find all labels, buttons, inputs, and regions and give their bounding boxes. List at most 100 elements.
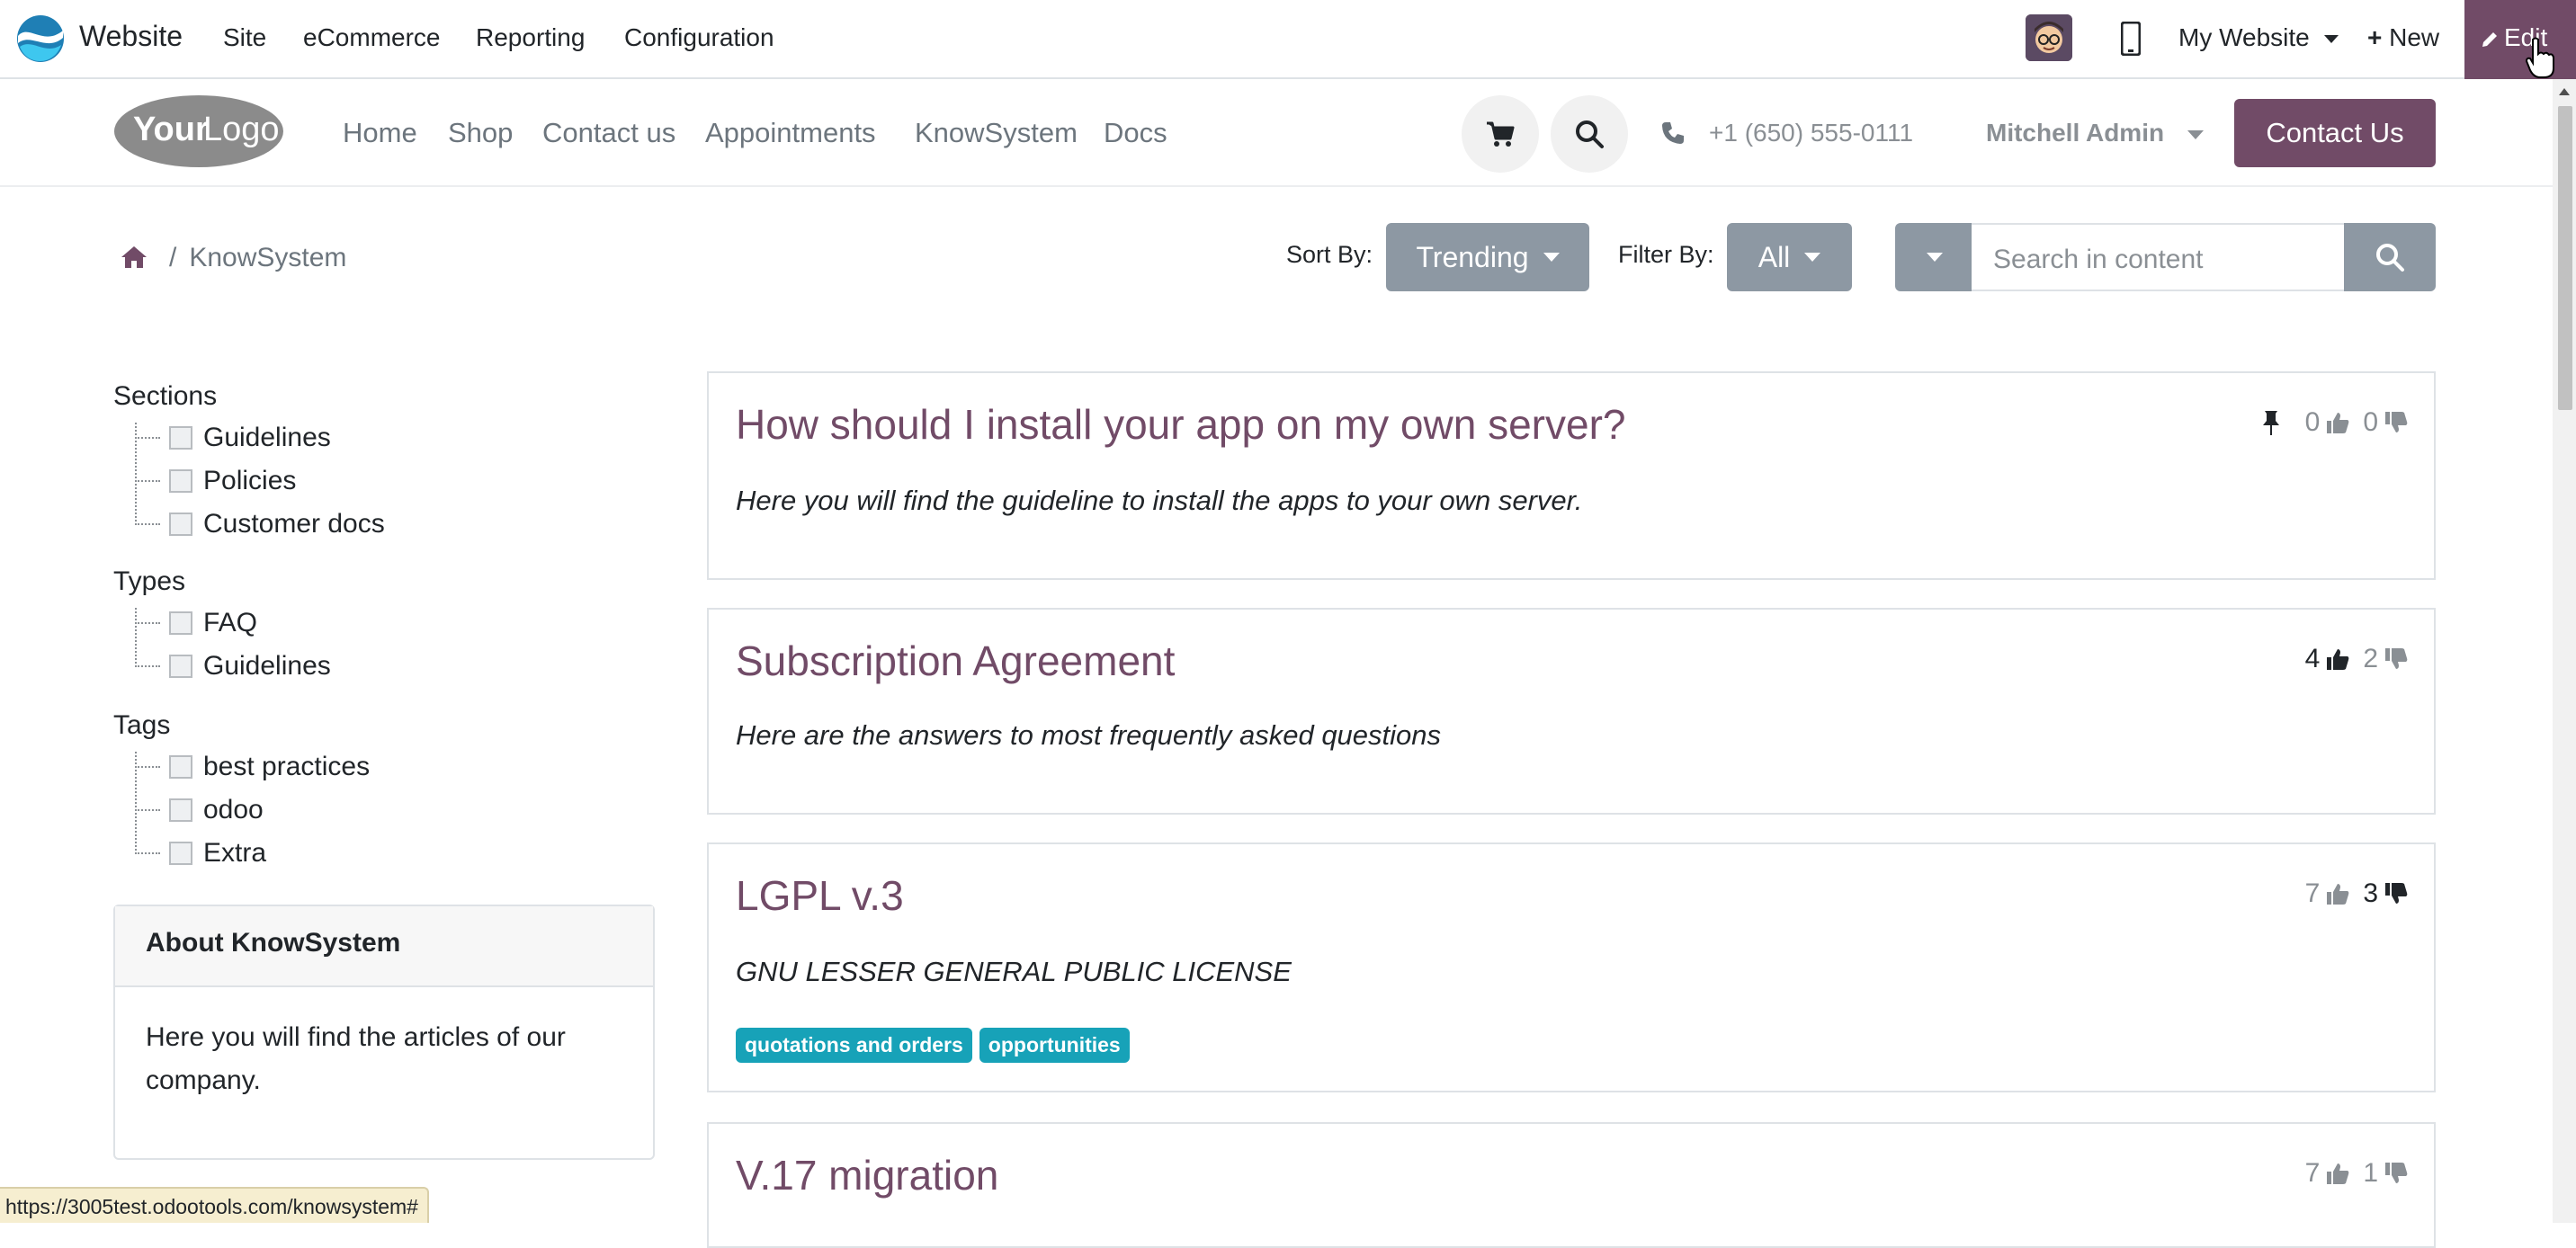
- nav-knowsystem[interactable]: KnowSystem: [915, 117, 1078, 149]
- thumbs-down-icon[interactable]: [2384, 1161, 2409, 1186]
- like-count: 7: [2304, 1158, 2321, 1188]
- checkbox[interactable]: [169, 426, 192, 450]
- search-input[interactable]: Search in content: [1972, 223, 2346, 291]
- menu-configuration[interactable]: Configuration: [624, 23, 774, 52]
- article-title[interactable]: V.17 migration: [736, 1151, 998, 1199]
- thumbs-down-icon[interactable]: [2384, 410, 2409, 435]
- website-app-icon[interactable]: [16, 14, 65, 63]
- menu-ecommerce[interactable]: eCommerce: [303, 23, 440, 52]
- dislike-count: 0: [2363, 407, 2378, 437]
- sections-title: Sections: [113, 381, 218, 411]
- tag-badge[interactable]: opportunities: [979, 1028, 1130, 1063]
- checkbox[interactable]: [169, 513, 192, 536]
- caret-down-icon: [2187, 129, 2204, 139]
- svg-text:Your: Your: [133, 111, 209, 148]
- user-avatar[interactable]: [2026, 14, 2072, 61]
- new-button[interactable]: + New: [2367, 23, 2439, 52]
- like-count: 0: [2304, 407, 2321, 437]
- home-icon[interactable]: [121, 245, 148, 269]
- nav-docs[interactable]: Docs: [1104, 117, 1167, 149]
- plus-icon: +: [2367, 23, 2383, 51]
- edit-button[interactable]: Edit: [2464, 0, 2576, 79]
- checkbox[interactable]: [169, 655, 192, 678]
- nav-home[interactable]: Home: [343, 117, 417, 149]
- header-search-button[interactable]: [1551, 95, 1628, 173]
- tag-badge[interactable]: quotations and orders: [736, 1028, 972, 1063]
- dislike-count: 3: [2363, 878, 2378, 908]
- search-icon: [1576, 120, 1604, 148]
- article-title[interactable]: LGPL v.3: [736, 871, 904, 920]
- nav-appointments[interactable]: Appointments: [705, 117, 876, 149]
- company-logo[interactable]: Your Logo: [113, 94, 284, 169]
- section-label: Customer docs: [203, 509, 385, 539]
- article-votes: 7 1: [2305, 1158, 2409, 1189]
- about-card: About KnowSystem Here you will find the …: [113, 905, 655, 1160]
- cart-button[interactable]: [1462, 95, 1539, 173]
- nav-shop[interactable]: Shop: [448, 117, 513, 149]
- thumbs-up-icon[interactable]: [2325, 881, 2350, 906]
- sort-value: Trending: [1416, 240, 1529, 273]
- article-card[interactable]: V.17 migration 7 1: [707, 1122, 2436, 1248]
- menu-site[interactable]: Site: [223, 23, 266, 52]
- breadcrumb-separator: /: [169, 243, 177, 272]
- caret-down-icon: [2323, 35, 2339, 44]
- dislike-count: 2: [2363, 644, 2378, 673]
- scrollbar-thumb[interactable]: [2558, 106, 2572, 410]
- search-icon: [2376, 244, 2404, 272]
- tree-connector: [135, 622, 160, 624]
- tag-label: odoo: [203, 795, 264, 825]
- checkbox[interactable]: [169, 842, 192, 865]
- caret-down-icon: [1926, 253, 1943, 262]
- thumbs-down-icon[interactable]: [2384, 646, 2409, 672]
- filter-dropdown[interactable]: All: [1727, 223, 1852, 291]
- mobile-preview-icon[interactable]: [2121, 22, 2141, 56]
- admin-navbar: Website Site eCommerce Reporting Configu…: [0, 0, 2576, 79]
- article-title[interactable]: Subscription Agreement: [736, 637, 1175, 685]
- contact-us-button[interactable]: Contact Us: [2234, 99, 2436, 167]
- tree-connector: [135, 852, 160, 854]
- article-description: Here you will find the guideline to inst…: [736, 485, 1583, 516]
- phone-number[interactable]: +1 (650) 555-0111: [1709, 119, 1913, 147]
- checkbox[interactable]: [169, 469, 192, 493]
- article-card[interactable]: How should I install your app on my own …: [707, 371, 2436, 580]
- article-title[interactable]: How should I install your app on my own …: [736, 400, 1625, 449]
- article-votes: 4 2: [2305, 644, 2409, 674]
- article-card[interactable]: LGPL v.3 GNU LESSER GENERAL PUBLIC LICEN…: [707, 842, 2436, 1092]
- types-title: Types: [113, 566, 186, 596]
- tree-connector: [135, 437, 160, 439]
- website-selector[interactable]: My Website: [2178, 23, 2339, 52]
- thumbs-down-icon[interactable]: [2384, 881, 2409, 906]
- pencil-icon: [2482, 32, 2497, 47]
- search-submit-button[interactable]: [2344, 223, 2436, 291]
- sort-label: Sort By:: [1286, 241, 1373, 268]
- app-name[interactable]: Website: [79, 20, 183, 53]
- about-text: Here you will find the articles of our c…: [146, 1022, 566, 1095]
- scroll-up-arrow-icon[interactable]: [2557, 86, 2572, 97]
- tags-title: Tags: [113, 710, 171, 740]
- thumbs-up-icon[interactable]: [2325, 646, 2350, 672]
- tree-connector: [135, 665, 160, 667]
- hand-cursor-icon: [2526, 37, 2554, 78]
- article-votes: 0 0: [2260, 407, 2409, 438]
- breadcrumb-current: KnowSystem: [189, 243, 347, 272]
- pin-icon[interactable]: [2260, 409, 2282, 436]
- caret-down-icon: [1543, 253, 1560, 262]
- website-selector-label: My Website: [2178, 23, 2310, 51]
- article-card[interactable]: Subscription Agreement Here are the answ…: [707, 608, 2436, 815]
- cart-icon: [1487, 121, 1515, 147]
- article-votes: 7 3: [2305, 878, 2409, 909]
- user-menu[interactable]: Mitchell Admin: [1986, 119, 2204, 147]
- checkbox[interactable]: [169, 611, 192, 635]
- thumbs-up-icon[interactable]: [2325, 1161, 2350, 1186]
- sort-dropdown[interactable]: Trending: [1386, 223, 1589, 291]
- menu-reporting[interactable]: Reporting: [476, 23, 585, 52]
- article-description: Here are the answers to most frequently …: [736, 719, 1442, 751]
- dislike-count: 1: [2363, 1158, 2378, 1188]
- checkbox[interactable]: [169, 798, 192, 822]
- checkbox[interactable]: [169, 755, 192, 779]
- article-description: GNU LESSER GENERAL PUBLIC LICENSE: [736, 956, 1292, 987]
- tree-connector: [135, 809, 160, 811]
- thumbs-up-icon[interactable]: [2325, 410, 2350, 435]
- search-scope-dropdown[interactable]: [1895, 223, 1973, 291]
- nav-contact-us[interactable]: Contact us: [542, 117, 675, 149]
